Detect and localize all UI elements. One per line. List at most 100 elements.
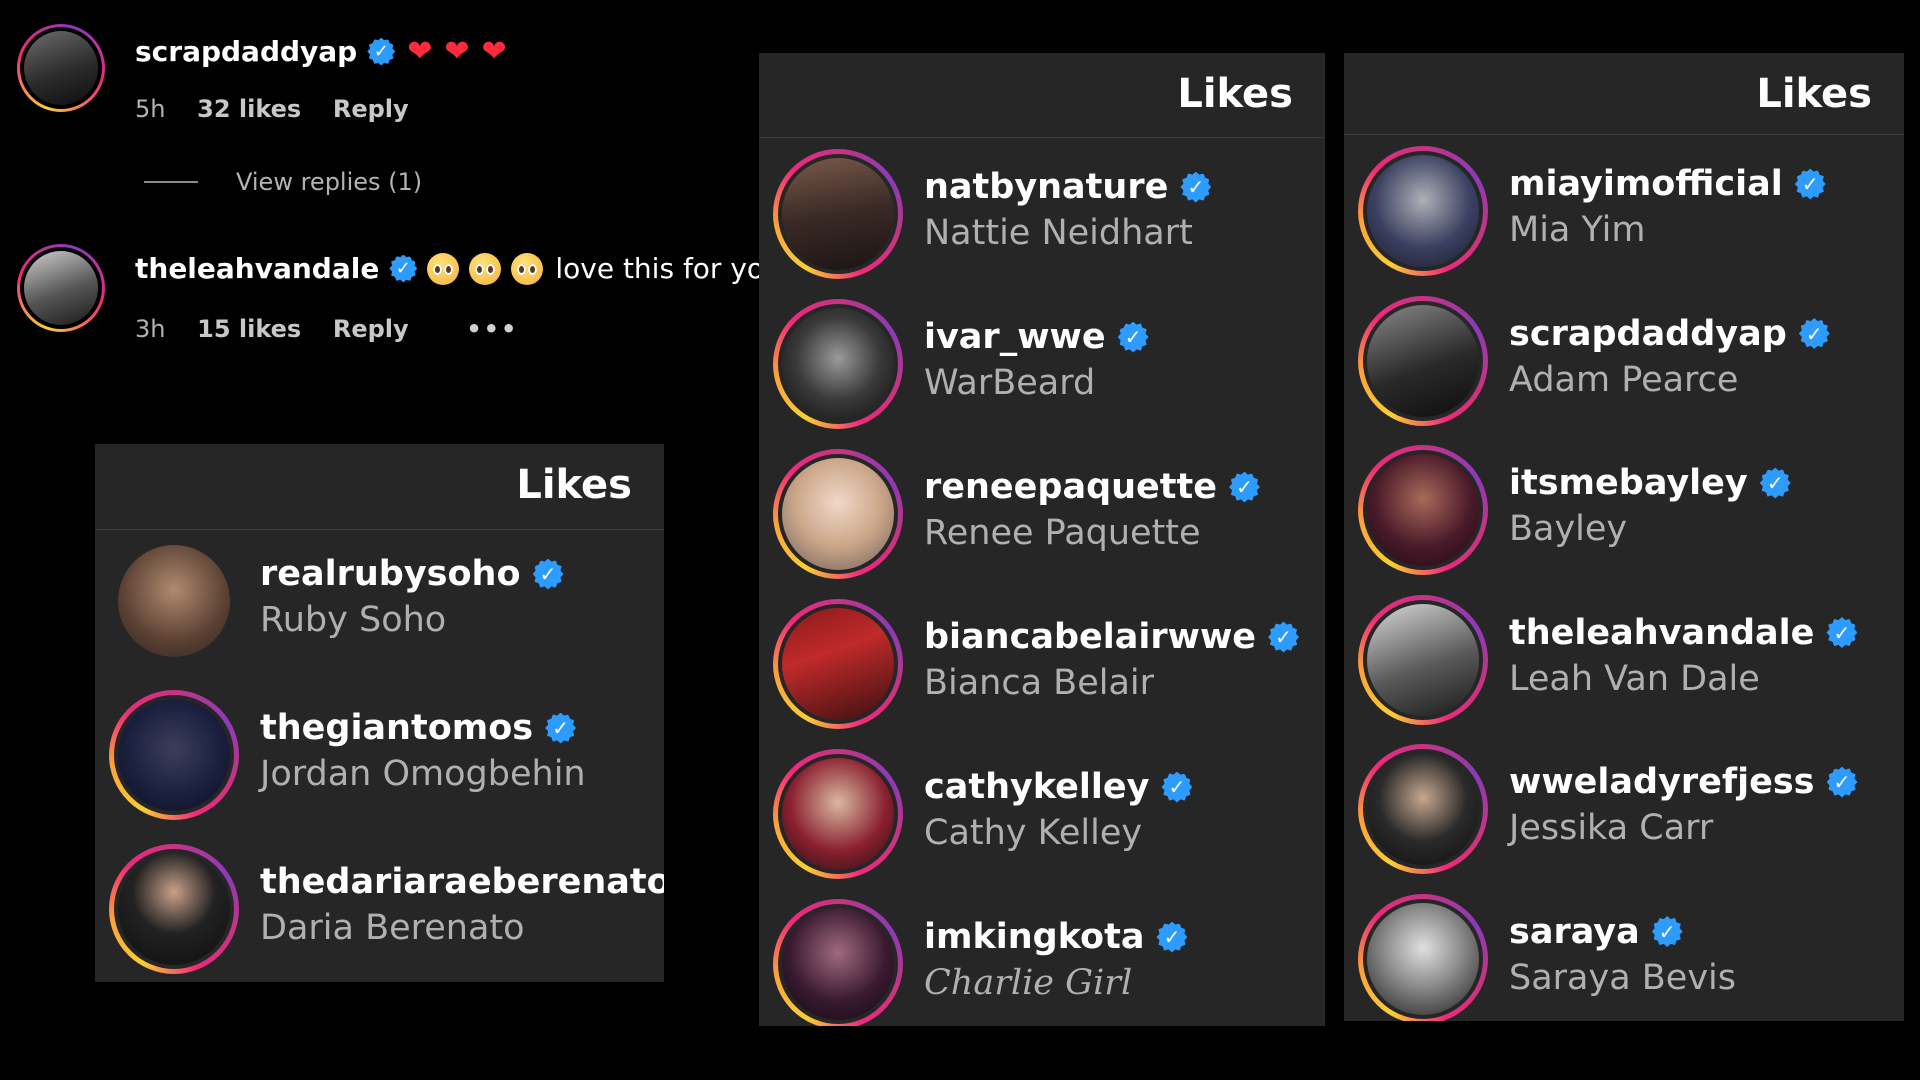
like-row[interactable]: reneepaquette ✓ Renee Paquette [759, 449, 1325, 579]
user-avatar[interactable] [1358, 295, 1488, 426]
like-row[interactable]: itsmebayley ✓ Bayley [1344, 445, 1904, 575]
replies-divider [144, 181, 198, 183]
comment-1: scrapdaddyap ✓ ❤ ❤ ❤ 5h 32 likes Reply [0, 20, 760, 160]
like-username-label: natbynature [924, 167, 1169, 207]
comment-time: 5h [135, 95, 166, 123]
panel-title: Likes [1756, 71, 1872, 117]
panel-header: Likes [95, 444, 664, 530]
avatar-photo [782, 908, 894, 1020]
verified-badge-icon: ✓ [532, 558, 564, 590]
like-row[interactable]: imkingkota ✓ Charlie Girl [759, 899, 1325, 1026]
user-avatar[interactable] [773, 899, 903, 1026]
user-avatar[interactable] [109, 536, 239, 666]
like-username[interactable]: saraya ✓ [1509, 912, 1683, 952]
like-row[interactable]: cathykelley ✓ Cathy Kelley [759, 749, 1325, 879]
heart-emoji-icon: ❤ [407, 34, 433, 69]
like-username[interactable]: theleahvandale ✓ [1509, 612, 1858, 653]
user-avatar[interactable] [109, 844, 239, 974]
comment-likes-link[interactable]: 32 likes [197, 95, 301, 123]
like-username-label: reneepaquette [924, 467, 1217, 507]
user-avatar[interactable] [773, 149, 903, 279]
panel-title: Likes [516, 462, 632, 508]
like-full-name: Daria Berenato [260, 908, 525, 948]
reply-button[interactable]: Reply [333, 95, 409, 123]
like-row[interactable]: ivar_wwe ✓ WarBeard [759, 299, 1325, 429]
like-row[interactable]: biancabelairwwe ✓ Bianca Belair [759, 599, 1325, 729]
avatar-photo [1367, 902, 1479, 1015]
like-username[interactable]: wweladyrefjess ✓ [1509, 762, 1858, 802]
avatar-photo [1367, 753, 1479, 865]
comment-username[interactable]: scrapdaddyap [135, 35, 357, 68]
avatar-photo [1367, 304, 1479, 417]
verified-badge-icon: ✓ [1794, 168, 1826, 200]
view-replies-button[interactable]: View replies (1) [144, 168, 422, 196]
user-avatar[interactable] [1358, 744, 1488, 874]
like-row[interactable]: wweladyrefjess ✓ Jessika Carr [1344, 744, 1904, 874]
user-avatar[interactable] [1358, 893, 1488, 1021]
like-username[interactable]: thegiantomos ✓ [260, 708, 577, 748]
verified-badge-icon: ✓ [1798, 318, 1830, 349]
like-username[interactable]: biancabelairwwe ✓ [924, 617, 1300, 657]
reply-button[interactable]: Reply [333, 315, 409, 343]
verified-badge-icon: ✓ [367, 37, 396, 66]
like-username[interactable]: realrubysoho ✓ [260, 554, 564, 594]
heart-emoji-icon: ❤ [481, 34, 507, 69]
like-full-name: Leah Van Dale [1509, 658, 1760, 699]
avatar-photo [782, 608, 894, 720]
pleading-face-emoji-icon [427, 252, 460, 285]
user-avatar[interactable] [1358, 445, 1488, 575]
comment-time: 3h [135, 315, 166, 343]
comment-likes-link[interactable]: 15 likes [197, 315, 301, 343]
user-avatar[interactable] [109, 690, 239, 820]
like-username[interactable]: scrapdaddyap ✓ [1509, 314, 1830, 354]
like-username-label: thedariaraeberenato [260, 862, 664, 902]
likes-panel-3: Likes miayimofficial ✓ Mia Yim scrapdaddyap… [1344, 53, 1904, 1021]
like-username-label: biancabelairwwe [924, 617, 1257, 657]
comment-avatar[interactable] [17, 244, 105, 332]
like-full-name: Jessika Carr [1509, 808, 1714, 848]
user-avatar[interactable] [773, 599, 903, 729]
like-username[interactable]: cathykelley ✓ [924, 767, 1193, 807]
user-avatar[interactable] [773, 449, 903, 579]
more-options-icon[interactable]: ••• [466, 315, 518, 343]
like-full-name: Bayley [1509, 509, 1628, 549]
comment-avatar[interactable] [17, 24, 105, 112]
like-row[interactable]: scrapdaddyap ✓ Adam Pearce [1344, 295, 1904, 426]
like-full-name: Jordan Omogbehin [260, 754, 586, 794]
like-row[interactable]: natbynature ✓ Nattie Neidhart [759, 149, 1325, 279]
like-username[interactable]: reneepaquette ✓ [924, 467, 1260, 507]
like-username-label: saraya [1509, 911, 1640, 952]
like-row[interactable]: theleahvandale ✓ Leah Van Dale [1344, 594, 1904, 725]
user-avatar[interactable] [773, 749, 903, 879]
like-username[interactable]: natbynature ✓ [924, 167, 1212, 207]
user-avatar[interactable] [773, 299, 903, 429]
like-row[interactable]: thegiantomos ✓ Jordan Omogbehin [95, 690, 664, 820]
like-username-label: miayimofficial [1509, 164, 1783, 204]
like-username[interactable]: itsmebayley ✓ [1509, 463, 1791, 503]
avatar-photo [782, 758, 894, 870]
user-avatar[interactable] [1358, 594, 1488, 725]
like-full-name: Bianca Belair [924, 663, 1155, 703]
verified-badge-icon: ✓ [1228, 471, 1260, 503]
verified-badge-icon: ✓ [389, 254, 418, 283]
like-username[interactable]: ivar_wwe ✓ [924, 317, 1149, 357]
like-username[interactable]: miayimofficial ✓ [1509, 164, 1826, 204]
comment-2: theleahvandale ✓ love this for you 3h 15… [0, 240, 782, 370]
avatar-photo [1367, 155, 1479, 267]
like-username-label: theleahvandale [1509, 612, 1815, 653]
user-avatar[interactable] [1358, 146, 1488, 276]
like-row[interactable]: thedariaraeberenato✓ Daria Berenato [95, 844, 664, 974]
like-row[interactable]: miayimofficial ✓ Mia Yim [1344, 146, 1904, 276]
like-username-label: cathykelley [924, 767, 1150, 807]
comment-username[interactable]: theleahvandale [135, 252, 379, 285]
like-full-name: Ruby Soho [260, 600, 447, 640]
like-username[interactable]: imkingkota ✓ [924, 917, 1188, 957]
panel-header: Likes [1344, 53, 1904, 135]
verified-badge-icon: ✓ [545, 712, 577, 744]
like-row[interactable]: saraya ✓ Saraya Bevis [1344, 893, 1904, 1021]
avatar-photo [1367, 603, 1479, 716]
like-row[interactable]: realrubysoho ✓ Ruby Soho [95, 536, 664, 666]
like-username-label: scrapdaddyap [1509, 313, 1787, 354]
like-username[interactable]: thedariaraeberenato✓ [260, 862, 664, 902]
verified-badge-icon: ✓ [1759, 467, 1791, 499]
